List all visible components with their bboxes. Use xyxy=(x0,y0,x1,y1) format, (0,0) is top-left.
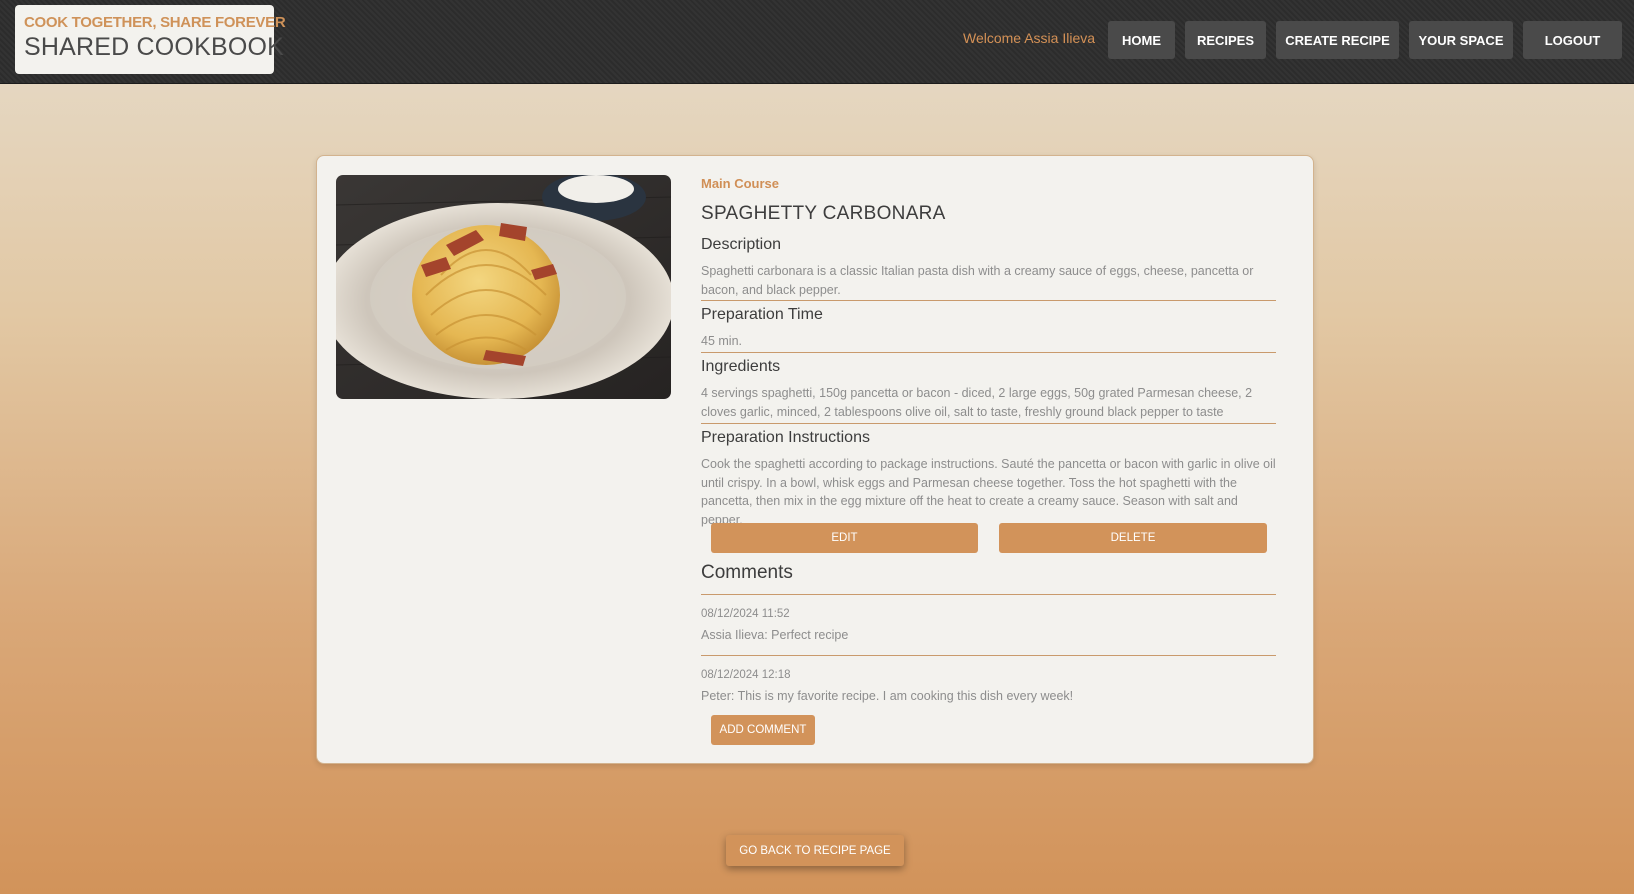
ingredients-heading: Ingredients xyxy=(701,358,781,375)
nav-create-recipe-button[interactable]: CREATE RECIPE xyxy=(1276,21,1399,59)
add-comment-button[interactable]: ADD COMMENT xyxy=(711,715,815,745)
back-to-recipes-button[interactable]: GO BACK TO RECIPE PAGE xyxy=(726,835,904,866)
description-text: Spaghetti carbonara is a classic Italian… xyxy=(701,264,1254,297)
prep-time-text: 45 min. xyxy=(701,334,742,348)
edit-button[interactable]: EDIT xyxy=(711,523,978,553)
recipe-details-card: Main Course SPAGHETTY CARBONARA Descript… xyxy=(316,155,1314,764)
divider xyxy=(701,423,1276,424)
divider xyxy=(701,300,1276,301)
nav-logout-button[interactable]: LOGOUT xyxy=(1523,21,1622,59)
spaghetti-carbonara-photo xyxy=(336,175,671,399)
logo-tagline: COOK TOGETHER, SHARE FOREVER xyxy=(24,14,286,31)
divider xyxy=(701,594,1276,595)
comments-heading: Comments xyxy=(701,562,793,583)
comment-text: Peter: This is my favorite recipe. I am … xyxy=(701,689,1074,703)
ingredients-text: 4 servings spaghetti, 150g pancetta or b… xyxy=(701,386,1253,419)
recipe-title: SPAGHETTY CARBONARA xyxy=(701,203,946,224)
comment-date: 08/12/2024 11:52 xyxy=(701,608,790,620)
nav-home-button[interactable]: HOME xyxy=(1108,21,1175,59)
top-navbar: COOK TOGETHER, SHARE FOREVER SHARED COOK… xyxy=(0,0,1634,84)
recipe-category: Main Course xyxy=(701,176,780,191)
divider xyxy=(701,655,1276,656)
site-logo[interactable]: COOK TOGETHER, SHARE FOREVER SHARED COOK… xyxy=(15,5,286,74)
recipe-image xyxy=(336,175,671,399)
comment-date: 08/12/2024 12:18 xyxy=(701,669,791,681)
nav-recipes-button[interactable]: RECIPES xyxy=(1185,21,1266,59)
instructions-text: Cook the spaghetti according to package … xyxy=(701,457,1276,527)
instructions-heading: Preparation Instructions xyxy=(701,429,870,446)
logo-title: SHARED COOKBOOK xyxy=(24,33,284,61)
delete-button[interactable]: DELETE xyxy=(999,523,1267,553)
nav-your-space-button[interactable]: YOUR SPACE xyxy=(1409,21,1513,59)
divider xyxy=(701,352,1276,353)
welcome-message: Welcome Assia Ilieva xyxy=(963,30,1096,46)
description-heading: Description xyxy=(701,236,782,253)
prep-time-heading: Preparation Time xyxy=(701,306,823,323)
comment-text: Assia Ilieva: Perfect recipe xyxy=(701,628,849,642)
